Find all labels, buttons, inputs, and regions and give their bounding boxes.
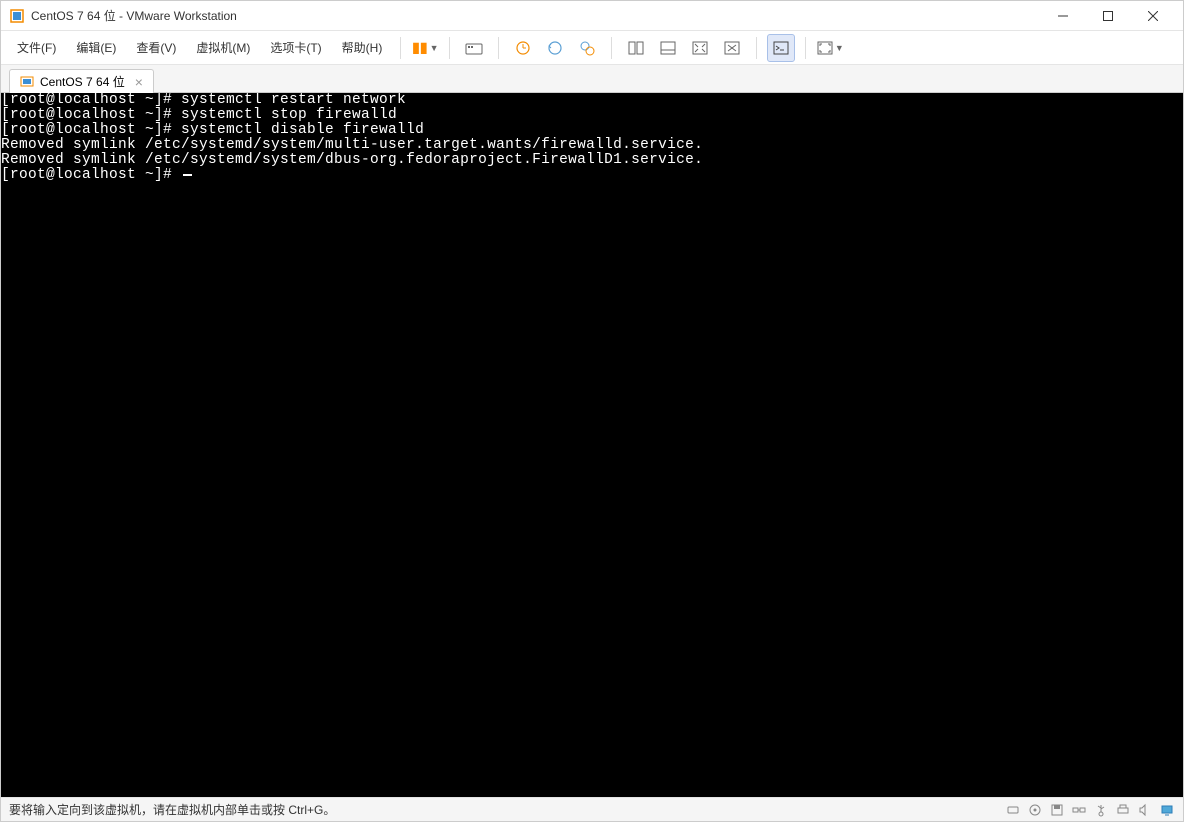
terminal-prompt: [root@localhost ~]# — [1, 168, 1183, 183]
terminal-line: Removed symlink /etc/systemd/system/dbus… — [1, 153, 1183, 168]
separator — [611, 37, 612, 59]
close-button[interactable] — [1130, 2, 1175, 30]
printer-icon[interactable] — [1115, 802, 1131, 818]
snapshot-button[interactable] — [509, 34, 537, 62]
fit-guest-button[interactable] — [622, 34, 650, 62]
separator — [449, 37, 450, 59]
terminal-line: [root@localhost ~]# systemctl disable fi… — [1, 123, 1183, 138]
fit-window-button[interactable] — [654, 34, 682, 62]
keyboard-icon — [465, 40, 483, 56]
screen-single-icon — [660, 41, 676, 55]
pause-button[interactable]: ▮▮▼ — [411, 34, 439, 62]
vmware-logo-icon — [9, 8, 25, 24]
separator — [805, 37, 806, 59]
cd-icon[interactable] — [1027, 802, 1043, 818]
fullscreen-button[interactable]: ▼ — [816, 34, 844, 62]
revert-snapshot-button[interactable] — [541, 34, 569, 62]
manage-snapshots-button[interactable] — [573, 34, 601, 62]
disk-icon[interactable] — [1005, 802, 1021, 818]
terminal-line: [root@localhost ~]# systemctl restart ne… — [1, 93, 1183, 108]
pause-icon: ▮▮ — [412, 39, 427, 56]
screen-fit-icon — [628, 41, 644, 55]
exit-unity-button[interactable] — [718, 34, 746, 62]
unity-button[interactable] — [686, 34, 714, 62]
tab-close-icon[interactable]: × — [135, 74, 143, 90]
titlebar: CentOS 7 64 位 - VMware Workstation — [1, 1, 1183, 31]
menu-view[interactable]: 查看(V) — [128, 35, 184, 60]
network-icon[interactable] — [1071, 802, 1087, 818]
separator — [756, 37, 757, 59]
cursor-icon — [183, 174, 192, 176]
vm-tab-icon — [20, 75, 34, 89]
unity-icon — [692, 41, 708, 55]
tab-label: CentOS 7 64 位 — [40, 73, 125, 90]
clock-revert-icon — [547, 40, 563, 56]
sound-icon[interactable] — [1137, 802, 1153, 818]
minimize-button[interactable] — [1040, 2, 1085, 30]
menu-vm[interactable]: 虚拟机(M) — [188, 35, 258, 60]
terminal-line: [root@localhost ~]# systemctl stop firew… — [1, 108, 1183, 123]
tabbar: CentOS 7 64 位 × — [1, 65, 1183, 93]
floppy-icon[interactable] — [1049, 802, 1065, 818]
window-title: CentOS 7 64 位 - VMware Workstation — [31, 7, 1040, 24]
separator — [400, 37, 401, 59]
menu-edit[interactable]: 编辑(E) — [68, 35, 124, 60]
separator — [498, 37, 499, 59]
menu-tabs[interactable]: 选项卡(T) — [262, 35, 329, 60]
exit-unity-icon — [724, 41, 740, 55]
usb-icon[interactable] — [1093, 802, 1109, 818]
status-text: 要将输入定向到该虚拟机，请在虚拟机内部单击或按 Ctrl+G。 — [9, 801, 1005, 818]
vmware-window: CentOS 7 64 位 - VMware Workstation 文件(F)… — [0, 0, 1184, 822]
console-icon — [773, 41, 789, 55]
clock-manage-icon — [579, 40, 595, 56]
chevron-down-icon: ▼ — [835, 43, 844, 53]
send-ctrl-alt-del-button[interactable] — [460, 34, 488, 62]
tab-centos[interactable]: CentOS 7 64 位 × — [9, 69, 154, 93]
menu-help[interactable]: 帮助(H) — [334, 35, 391, 60]
maximize-button[interactable] — [1085, 2, 1130, 30]
chevron-down-icon: ▼ — [430, 43, 439, 53]
fullscreen-icon — [817, 41, 833, 55]
clock-icon — [515, 40, 531, 56]
terminal-line: Removed symlink /etc/systemd/system/mult… — [1, 138, 1183, 153]
menu-file[interactable]: 文件(F) — [9, 35, 64, 60]
display-icon[interactable] — [1159, 802, 1175, 818]
window-controls — [1040, 2, 1175, 30]
console-view-button[interactable] — [767, 34, 795, 62]
terminal-console[interactable]: [root@localhost ~]# systemctl restart ne… — [1, 93, 1183, 797]
statusbar: 要将输入定向到该虚拟机，请在虚拟机内部单击或按 Ctrl+G。 — [1, 797, 1183, 821]
menubar: 文件(F) 编辑(E) 查看(V) 虚拟机(M) 选项卡(T) 帮助(H) ▮▮… — [1, 31, 1183, 65]
status-icons — [1005, 802, 1175, 818]
